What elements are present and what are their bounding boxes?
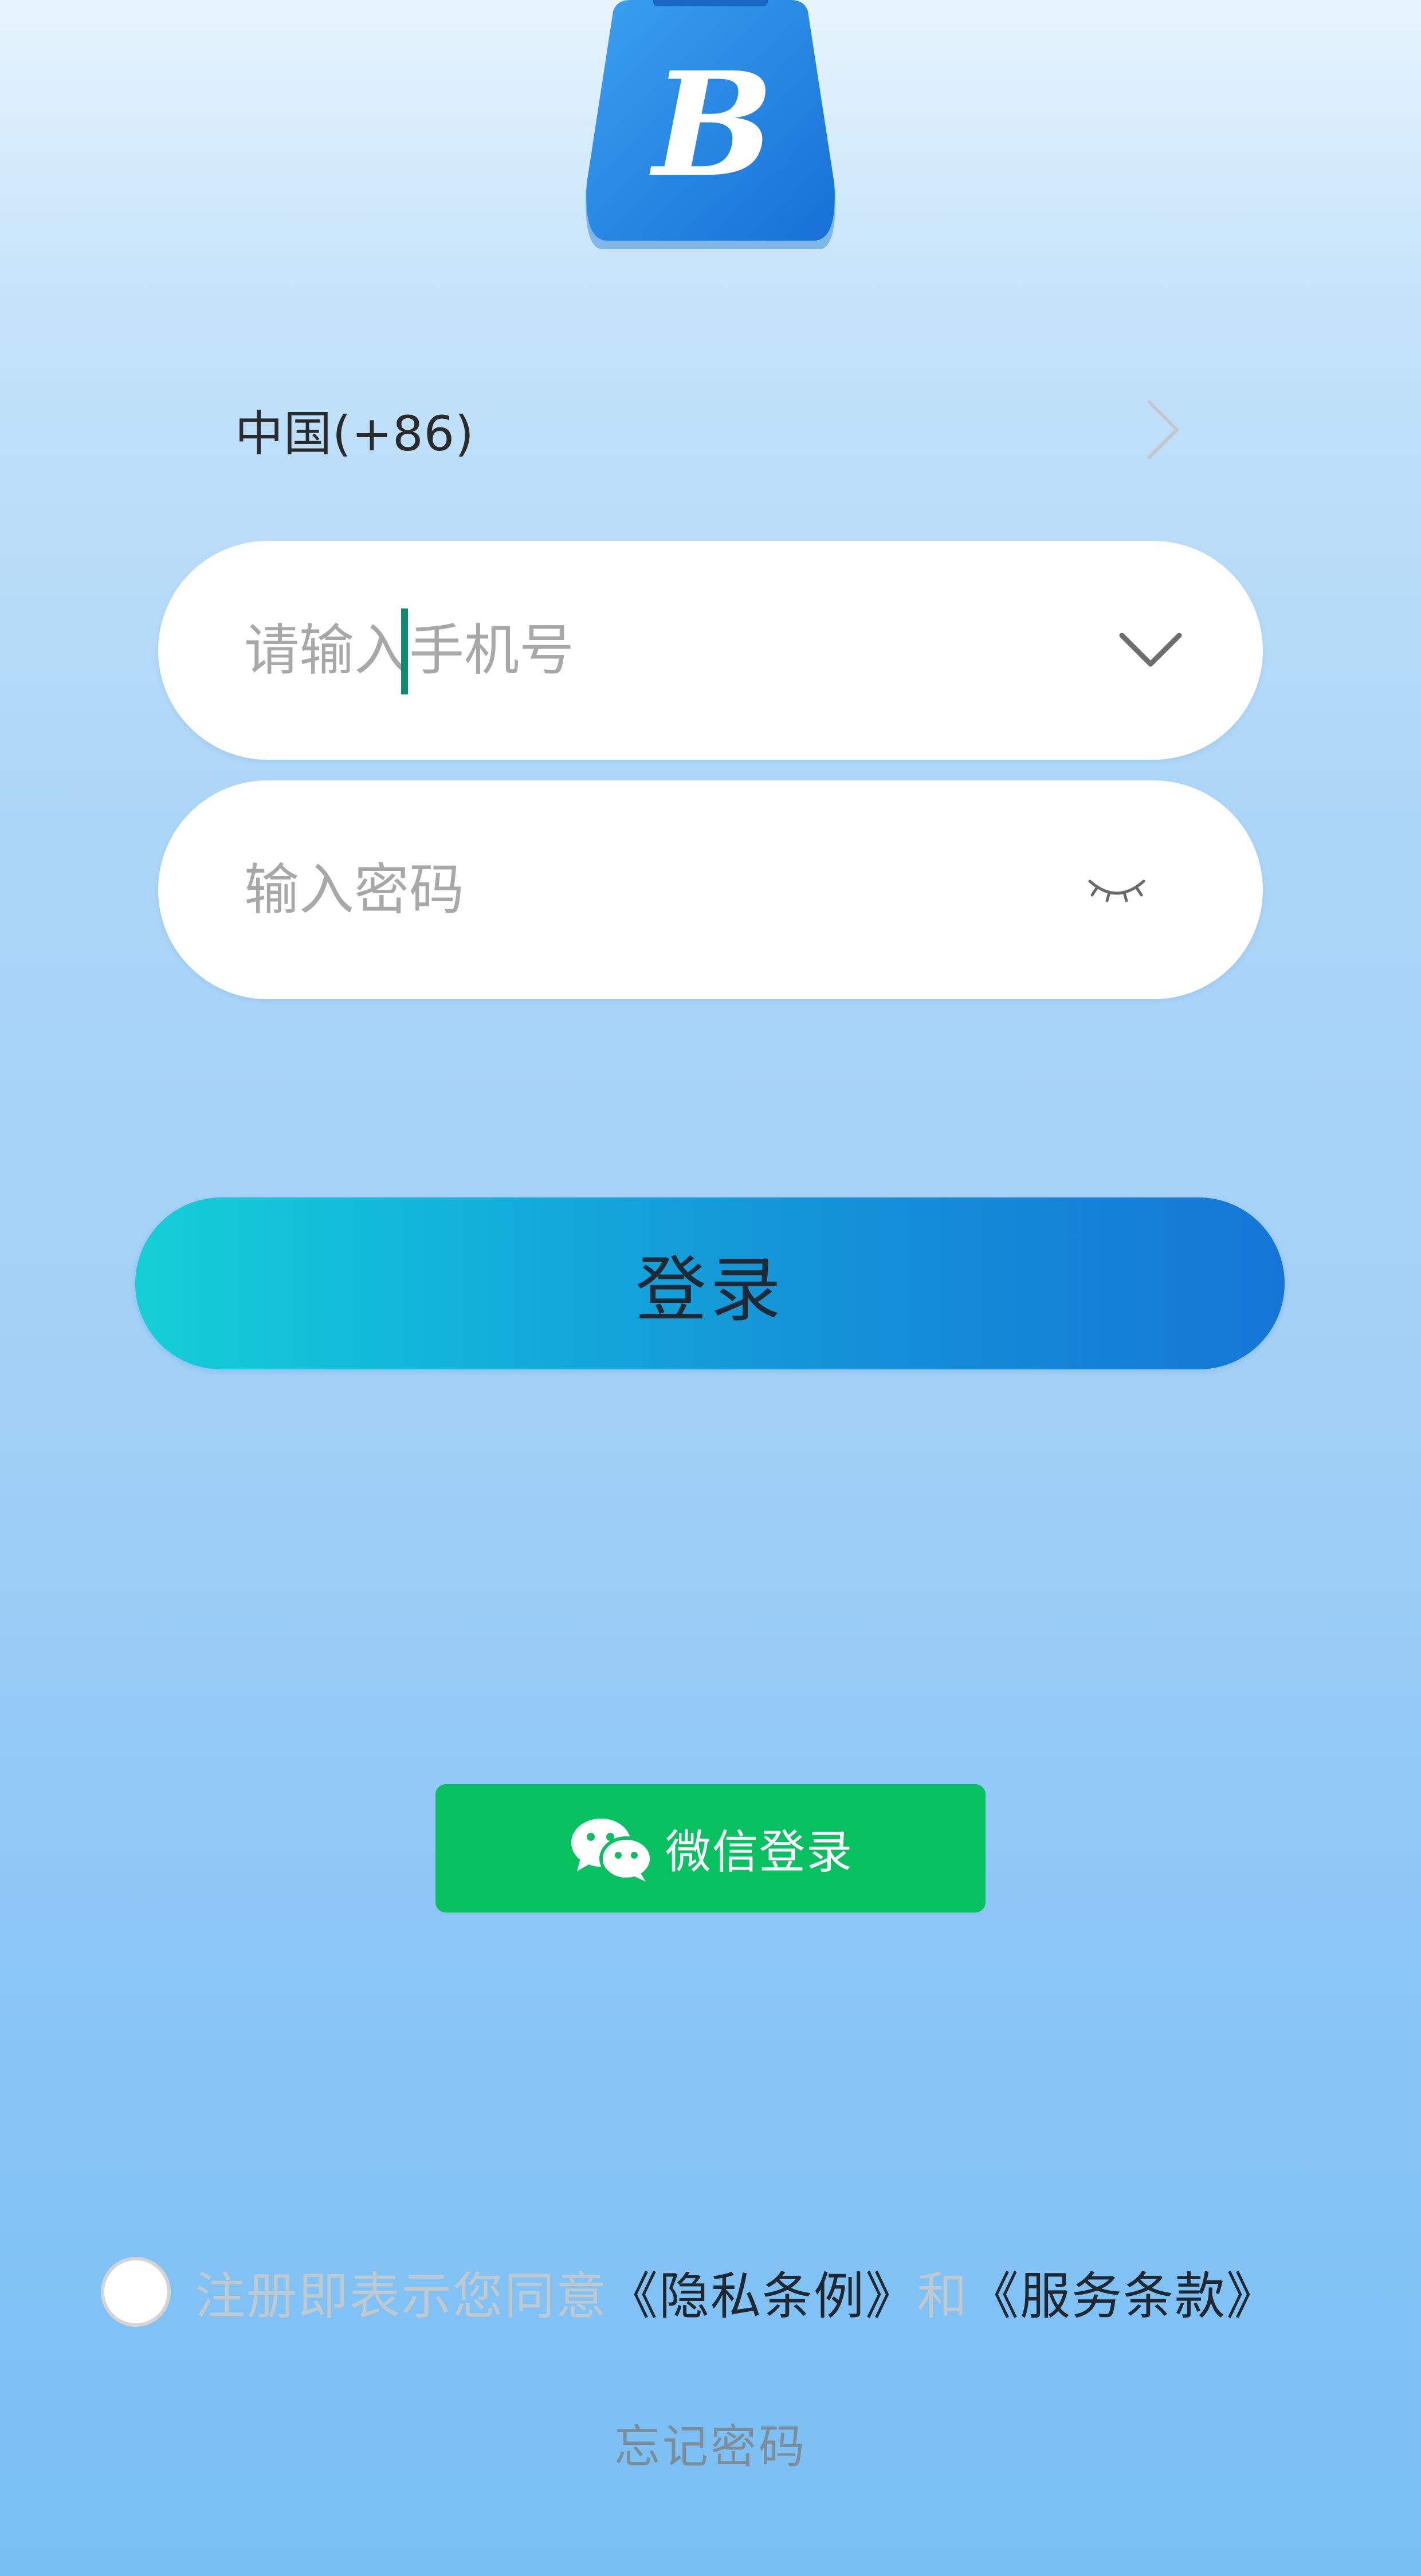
agreement-conjunction: 和 xyxy=(917,2266,969,2326)
privacy-policy-link[interactable]: 《隐私条例》 xyxy=(607,2256,917,2328)
password-input[interactable] xyxy=(244,833,1085,947)
eye-closed-icon[interactable] xyxy=(1085,870,1148,910)
logo-letter: B xyxy=(649,40,774,209)
forgot-password-link[interactable]: 忘记密码 xyxy=(0,2410,1421,2476)
phone-input[interactable] xyxy=(244,593,1116,708)
chevron-down-icon[interactable] xyxy=(1116,627,1185,673)
wechat-icon xyxy=(571,1819,653,1882)
agreement-row: 注册即表示您同意 《隐私条例》 和 《服务条款》 xyxy=(101,2252,1278,2332)
agreement-radio[interactable] xyxy=(101,2257,171,2327)
wechat-login-button[interactable]: 微信登录 xyxy=(435,1784,986,1913)
chevron-right-icon xyxy=(1148,400,1179,459)
app-logo: B xyxy=(567,0,854,252)
agreement-prefix: 注册即表示您同意 xyxy=(195,2266,608,2326)
terms-of-service-link[interactable]: 《服务条款》 xyxy=(968,2256,1278,2328)
shopping-bag-logo-icon: B xyxy=(585,0,836,249)
country-label: 中国(+86) xyxy=(235,405,474,462)
password-field[interactable] xyxy=(158,780,1263,999)
wechat-login-label: 微信登录 xyxy=(665,1825,853,1879)
login-button[interactable]: 登录 xyxy=(135,1197,1285,1369)
text-cursor xyxy=(401,608,408,694)
country-selector[interactable]: 中国(+86) xyxy=(235,390,1186,470)
phone-field[interactable] xyxy=(158,541,1263,760)
